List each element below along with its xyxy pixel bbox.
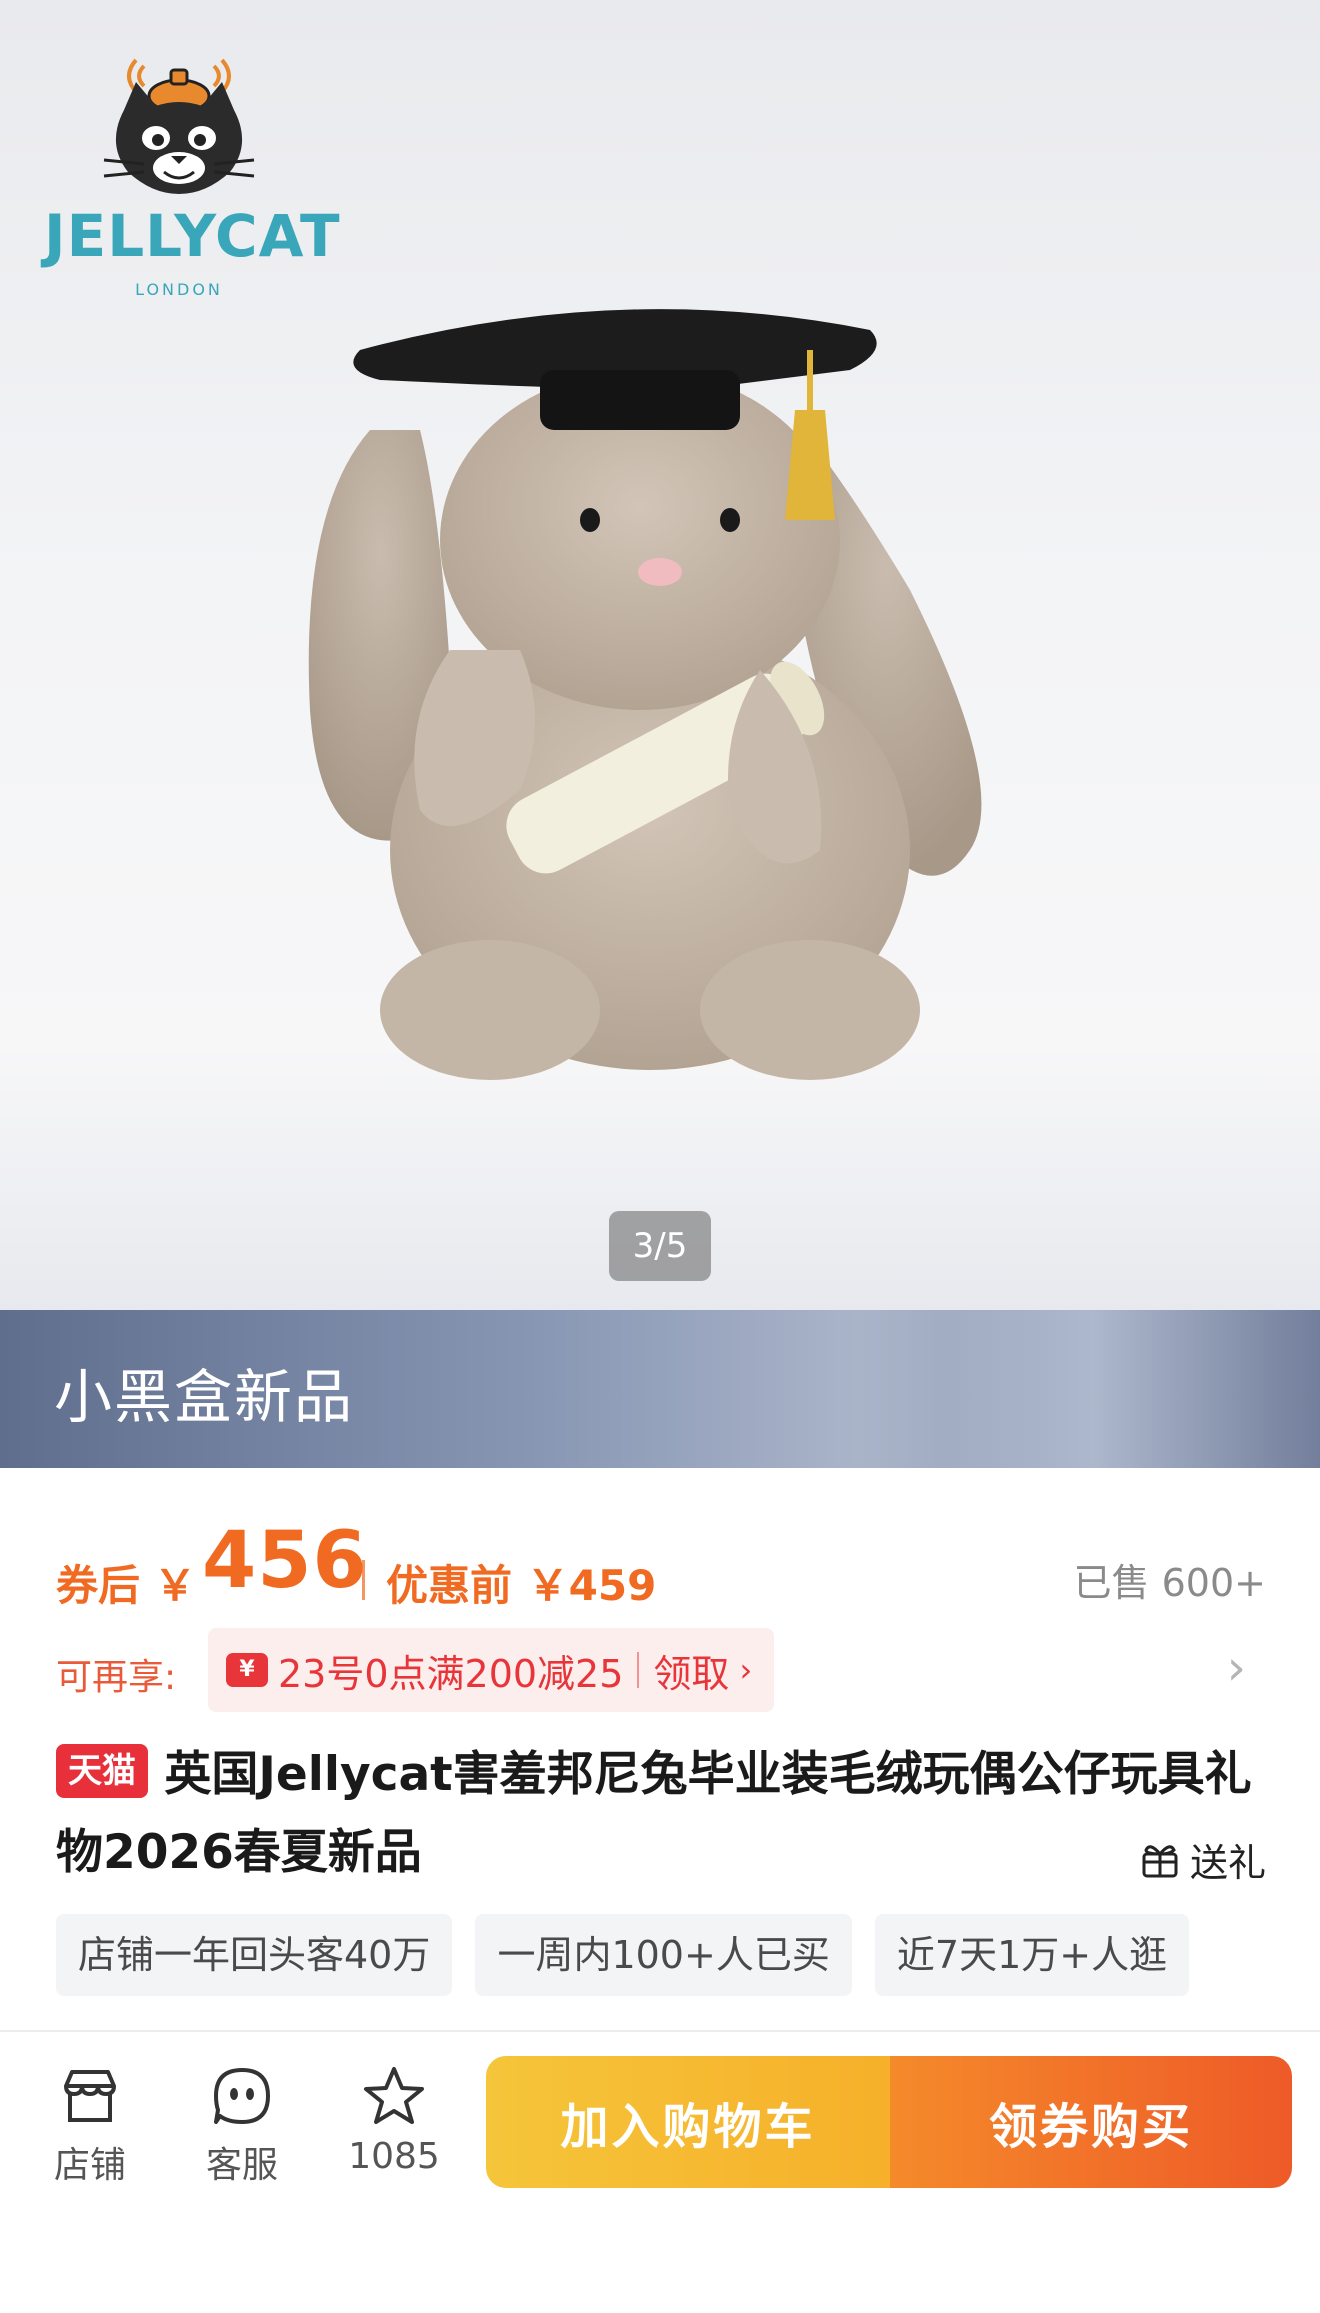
add-to-cart-button[interactable]: 加入购物车 [486, 2056, 890, 2188]
banner-title: 小黑盒新品 [54, 1363, 355, 1431]
image-counter: 3/5 [609, 1211, 711, 1281]
gift-label: 送礼 [1189, 1841, 1266, 1885]
tmall-badge: 天猫 [56, 1744, 148, 1798]
coupon-text: 23号0点满200减25 [278, 1651, 624, 1696]
price-divider [362, 1560, 365, 1600]
store-button[interactable]: 店铺 [30, 2064, 150, 2188]
bottom-action-bar: 店铺 客服 1085 加入购物车 领券购买 [0, 2030, 1320, 2313]
price-before-discount: 优惠前 ￥459 [386, 1561, 657, 1610]
yen-coupon-icon: ¥ [226, 1653, 268, 1687]
promo-banner[interactable]: 小黑盒新品 [0, 1310, 1320, 1468]
coupon-offer[interactable]: ¥ 23号0点满200减25 领取 › [208, 1628, 775, 1712]
tag-weekly-buyers: 一周内100+人已买 [475, 1914, 852, 1996]
coupon-divider [637, 1652, 640, 1688]
coupon-row[interactable]: 可再享: ¥ 23号0点满200减25 领取 › › [56, 1628, 1266, 1712]
logo-wordmark: JELLYCAT [44, 202, 341, 270]
customer-service-button[interactable]: 客服 [182, 2064, 302, 2188]
gift-icon [1142, 1844, 1178, 1877]
price-row: 券后 ￥ 456 优惠前 ￥459 已售 600+ [56, 1516, 1266, 1610]
tag-weekly-visitors: 近7天1万+人逛 [874, 1914, 1190, 1996]
product-title-text: 英国Jellycat害羞邦尼兔毕业装毛绒玩偶公仔玩具礼物2026春夏新品 [56, 1747, 1252, 1880]
customer-service-icon [214, 2068, 270, 2124]
current-price: 456 [202, 1516, 368, 1606]
product-info-card: 券后 ￥ 456 优惠前 ￥459 已售 600+ 可再享: ¥ 23号0点满2… [0, 1468, 1320, 2033]
gift-button[interactable]: 送礼 [1140, 1832, 1266, 1887]
chevron-right-icon: › [739, 1651, 753, 1689]
favorite-count: 1085 [348, 2136, 440, 2177]
store-icon [64, 2070, 116, 2122]
price-currency: ￥ [154, 1561, 197, 1610]
after-coupon-label: 券后 [56, 1561, 141, 1610]
social-proof-tags: 店铺一年回头客40万 一周内100+人已买 近7天1万+人逛 [56, 1914, 1320, 1996]
product-title: 天猫 英国Jellycat害羞邦尼兔毕业装毛绒玩偶公仔玩具礼物2026春夏新品 [56, 1736, 1266, 1892]
coupon-row-arrow-icon[interactable]: › [1227, 1640, 1246, 1696]
tag-repeat-customers: 店铺一年回头客40万 [56, 1914, 453, 1996]
customer-service-label: 客服 [205, 2145, 278, 2186]
star-icon [364, 2067, 424, 2124]
favorite-button[interactable]: 1085 [334, 2064, 454, 2177]
claim-coupon-button[interactable]: 领取 [653, 1643, 729, 1698]
product-image-gallery[interactable]: JELLYCAT LONDON 3/5 [0, 0, 1320, 1310]
logo-subtitle: LONDON [135, 280, 223, 299]
sold-count: 已售 600+ [1073, 1561, 1266, 1605]
store-label: 店铺 [53, 2145, 126, 2186]
brand-logo: JELLYCAT LONDON [44, 52, 341, 312]
product-title-block: 天猫 英国Jellycat害羞邦尼兔毕业装毛绒玩偶公仔玩具礼物2026春夏新品 … [56, 1736, 1266, 1896]
product-photo-bunny [308, 309, 982, 1080]
jellycat-cat-icon [103, 58, 255, 194]
coupon-label: 可再享: [56, 1657, 177, 1698]
buy-with-coupon-button[interactable]: 领券购买 [890, 2056, 1292, 2188]
